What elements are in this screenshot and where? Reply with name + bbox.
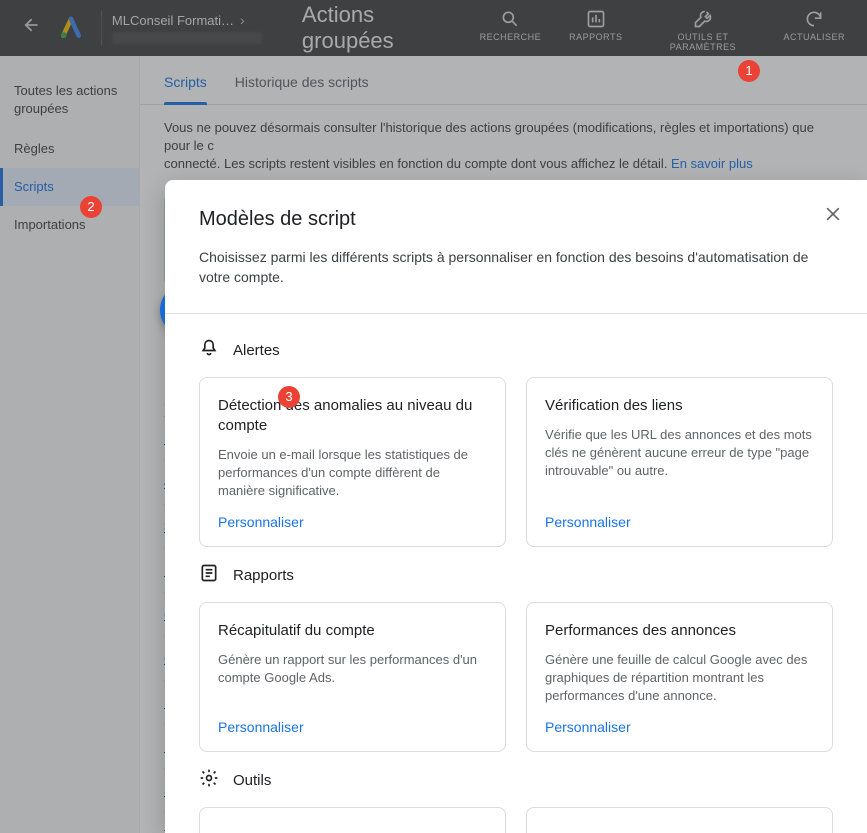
customize-button[interactable]: Personnaliser bbox=[218, 719, 487, 735]
section-alerts-header: Alertes bbox=[199, 338, 833, 363]
annotation-badge-2: 2 bbox=[80, 196, 102, 218]
template-card-anomaly-detection: Détection des anomalies au niveau du com… bbox=[199, 377, 506, 547]
template-card-account-summary: Récapitulatif du compte Génère un rappor… bbox=[199, 602, 506, 752]
card-title: Performances des annonces bbox=[545, 621, 814, 641]
template-card-tool-partial bbox=[199, 807, 506, 833]
customize-button[interactable]: Personnaliser bbox=[545, 514, 814, 530]
section-tools-header: Outils bbox=[199, 768, 833, 793]
template-card-link-checker: Vérification des liens Vérifie que les U… bbox=[526, 377, 833, 547]
card-desc: Génère un rapport sur les performances d… bbox=[218, 651, 487, 705]
card-title: Détection des anomalies au niveau du com… bbox=[218, 396, 487, 436]
template-card-tool-partial bbox=[526, 807, 833, 833]
customize-button[interactable]: Personnaliser bbox=[545, 719, 814, 735]
card-desc: Génère une feuille de calcul Google avec… bbox=[545, 651, 814, 705]
modal-body: Alertes Détection des anomalies au nivea… bbox=[165, 314, 867, 833]
article-icon bbox=[199, 563, 219, 588]
annotation-badge-3: 3 bbox=[278, 386, 300, 408]
close-icon[interactable] bbox=[823, 204, 843, 230]
card-title: Vérification des liens bbox=[545, 396, 814, 416]
modal-title: Modèles de script bbox=[199, 208, 833, 231]
annotation-badge-1: 1 bbox=[738, 60, 760, 82]
card-title: Récapitulatif du compte bbox=[218, 621, 487, 641]
script-templates-modal: Modèles de script Choisissez parmi les d… bbox=[165, 180, 867, 833]
bell-icon bbox=[199, 338, 219, 363]
customize-button[interactable]: Personnaliser bbox=[218, 514, 487, 530]
section-reports-header: Rapports bbox=[199, 563, 833, 588]
gear-icon bbox=[199, 768, 219, 793]
modal-subtitle: Choisissez parmi les différents scripts … bbox=[199, 247, 833, 287]
card-desc: Vérifie que les URL des annonces et des … bbox=[545, 426, 814, 500]
card-desc: Envoie un e-mail lorsque les statistique… bbox=[218, 446, 487, 500]
modal-header: Modèles de script Choisissez parmi les d… bbox=[165, 180, 867, 295]
template-card-ad-performance: Performances des annonces Génère une feu… bbox=[526, 602, 833, 752]
